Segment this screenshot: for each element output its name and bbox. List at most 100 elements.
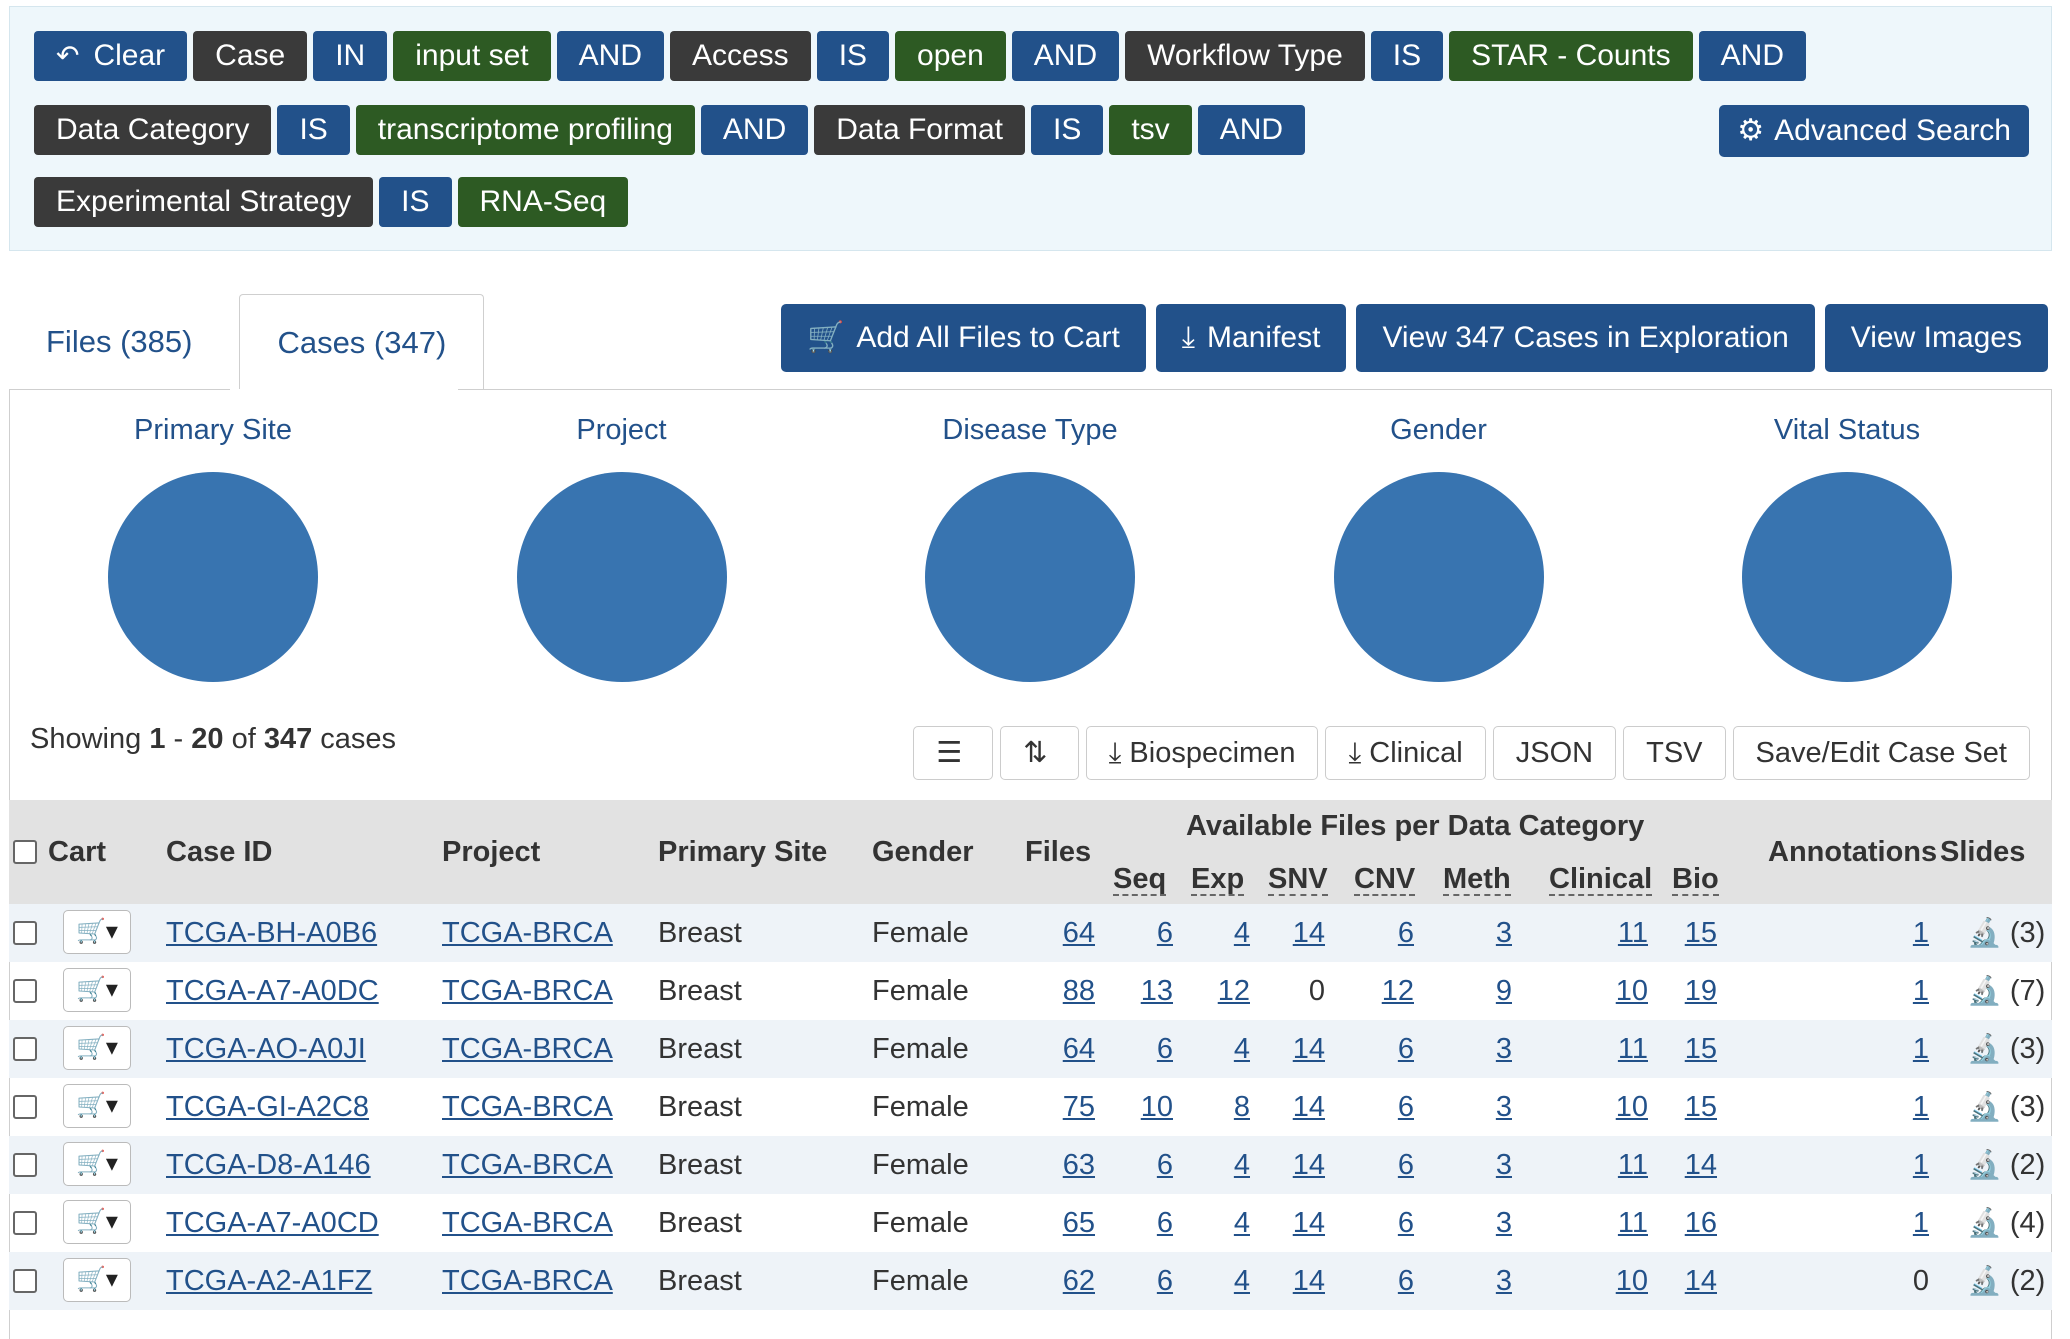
bio-count-link[interactable]: 16	[1597, 1194, 1717, 1252]
json-button[interactable]: JSON	[1492, 726, 1617, 780]
cart-dropdown-button[interactable]: 🛒▾	[63, 968, 131, 1012]
pie-slice-primary-site[interactable]	[108, 472, 318, 682]
advanced-search-button[interactable]: ⚙ Advanced Search	[1719, 105, 2029, 157]
bio-count-link[interactable]: 19	[1597, 962, 1717, 1020]
header-snv[interactable]: SNV	[1268, 864, 1328, 896]
project-link[interactable]: TCGA-BRCA	[442, 904, 613, 962]
cart-dropdown-button[interactable]: 🛒▾	[63, 1200, 131, 1244]
header-bio[interactable]: Bio	[1672, 864, 1719, 896]
project-link[interactable]: TCGA-BRCA	[442, 1252, 613, 1310]
meth-count-link[interactable]: 3	[1392, 1020, 1512, 1078]
query-operator-pill[interactable]: IS	[816, 31, 890, 81]
query-value-pill[interactable]: input set	[393, 31, 551, 81]
view-347-cases-in-exploration-button[interactable]: View 347 Cases in Exploration	[1356, 304, 1815, 372]
tab-files[interactable]: Files (385)	[9, 294, 229, 390]
cart-dropdown-button[interactable]: 🛒▾	[63, 1084, 131, 1128]
pie-slice-disease-type[interactable]	[925, 472, 1135, 682]
bio-count-link[interactable]: 15	[1597, 1078, 1717, 1136]
case-id-link[interactable]: TCGA-D8-A146	[166, 1136, 371, 1194]
case-id-link[interactable]: TCGA-GI-A2C8	[166, 1078, 369, 1136]
slides-cell[interactable]: 🔬 (3)	[1967, 904, 2045, 962]
case-id-link[interactable]: TCGA-A7-A0DC	[166, 962, 379, 1020]
annotations-count-link[interactable]: 1	[1809, 904, 1929, 962]
annotations-count-link[interactable]: 1	[1809, 1020, 1929, 1078]
meth-count-link[interactable]: 3	[1392, 1194, 1512, 1252]
save-edit-case-set-button[interactable]: Save/Edit Case Set	[1732, 726, 2030, 780]
annotations-count-link[interactable]: 1	[1809, 1194, 1929, 1252]
cart-dropdown-button[interactable]: 🛒▾	[63, 910, 131, 954]
row-checkbox[interactable]	[13, 1153, 37, 1177]
query-field-pill[interactable]: Access	[669, 31, 811, 81]
slides-cell[interactable]: 🔬 (2)	[1967, 1136, 2045, 1194]
query-operator-pill[interactable]: IS	[1370, 31, 1444, 81]
header-exp[interactable]: Exp	[1191, 864, 1245, 896]
meth-count-link[interactable]: 3	[1392, 1078, 1512, 1136]
query-operator-pill[interactable]: IS	[1030, 105, 1104, 155]
header-case-id[interactable]: Case ID	[166, 836, 272, 869]
case-id-link[interactable]: TCGA-BH-A0B6	[166, 904, 377, 962]
header-project[interactable]: Project	[442, 836, 540, 869]
slides-cell[interactable]: 🔬 (4)	[1967, 1194, 2045, 1252]
list-button[interactable]: ☰	[913, 726, 994, 780]
header-primary-site[interactable]: Primary Site	[658, 836, 827, 869]
query-value-pill[interactable]: STAR - Counts	[1449, 31, 1693, 81]
project-link[interactable]: TCGA-BRCA	[442, 1136, 613, 1194]
tab-cases[interactable]: Cases (347)	[239, 294, 485, 390]
query-operator-pill[interactable]: AND	[556, 31, 664, 81]
case-id-link[interactable]: TCGA-A7-A0CD	[166, 1194, 379, 1252]
bio-count-link[interactable]: 15	[1597, 1020, 1717, 1078]
meth-count-link[interactable]: 9	[1392, 962, 1512, 1020]
cart-dropdown-button[interactable]: 🛒▾	[63, 1258, 131, 1302]
annotations-count-link[interactable]: 1	[1809, 1078, 1929, 1136]
row-checkbox[interactable]	[13, 1037, 37, 1061]
query-operator-pill[interactable]: AND	[700, 105, 809, 155]
sort-button[interactable]: ⇅	[1000, 726, 1079, 780]
biospecimen-button[interactable]: ⤓ Biospecimen	[1085, 726, 1319, 780]
query-field-pill[interactable]: Data Category	[34, 105, 272, 155]
row-checkbox[interactable]	[13, 979, 37, 1003]
header-seq[interactable]: Seq	[1113, 864, 1167, 896]
row-checkbox[interactable]	[13, 921, 37, 945]
tsv-button[interactable]: TSV	[1623, 726, 1726, 780]
query-field-pill[interactable]: Experimental Strategy	[34, 177, 374, 227]
annotations-count-link[interactable]: 1	[1809, 962, 1929, 1020]
pie-slice-gender[interactable]	[1333, 472, 1544, 682]
meth-count-link[interactable]: 3	[1392, 1136, 1512, 1194]
bio-count-link[interactable]: 15	[1597, 904, 1717, 962]
query-value-pill[interactable]: transcriptome profiling	[355, 105, 695, 155]
annotations-count-link[interactable]: 1	[1809, 1136, 1929, 1194]
query-operator-pill[interactable]: IN	[313, 31, 388, 81]
clinical-button[interactable]: ⤓ Clinical	[1325, 726, 1486, 780]
query-operator-pill[interactable]: AND	[1698, 31, 1806, 81]
header-clinical[interactable]: Clinical	[1549, 864, 1653, 896]
row-checkbox[interactable]	[13, 1095, 37, 1119]
manifest-button[interactable]: ⤓ Manifest	[1155, 304, 1347, 372]
header-annotations[interactable]: Annotations	[1768, 836, 1937, 869]
row-checkbox[interactable]	[13, 1269, 37, 1293]
clear-query-button[interactable]: ↶ Clear	[34, 31, 188, 81]
meth-count-link[interactable]: 3	[1392, 904, 1512, 962]
query-operator-pill[interactable]: IS	[379, 177, 452, 227]
pie-slice-vital-status[interactable]	[1742, 472, 1952, 682]
slides-cell[interactable]: 🔬 (3)	[1967, 1078, 2045, 1136]
bio-count-link[interactable]: 14	[1597, 1136, 1717, 1194]
cart-dropdown-button[interactable]: 🛒▾	[63, 1142, 131, 1186]
header-meth[interactable]: Meth	[1443, 864, 1511, 896]
slides-cell[interactable]: 🔬 (2)	[1967, 1252, 2045, 1310]
view-images-button[interactable]: View Images	[1824, 304, 2048, 372]
header-gender[interactable]: Gender	[872, 836, 974, 869]
query-field-pill[interactable]: Workflow Type	[1125, 31, 1365, 81]
case-id-link[interactable]: TCGA-AO-A0JI	[166, 1020, 366, 1078]
project-link[interactable]: TCGA-BRCA	[442, 962, 613, 1020]
slides-cell[interactable]: 🔬 (3)	[1967, 1020, 2045, 1078]
query-value-pill[interactable]: tsv	[1109, 105, 1192, 155]
project-link[interactable]: TCGA-BRCA	[442, 1194, 613, 1252]
row-checkbox[interactable]	[13, 1211, 37, 1235]
header-cnv[interactable]: CNV	[1354, 864, 1416, 896]
add-all-files-to-cart-button[interactable]: 🛒 Add All Files to Cart	[780, 304, 1146, 372]
query-operator-pill[interactable]: AND	[1011, 31, 1120, 81]
project-link[interactable]: TCGA-BRCA	[442, 1078, 613, 1136]
header-files[interactable]: Files	[1025, 836, 1091, 869]
pie-slice-project[interactable]	[516, 472, 727, 682]
query-operator-pill[interactable]: IS	[277, 105, 350, 155]
